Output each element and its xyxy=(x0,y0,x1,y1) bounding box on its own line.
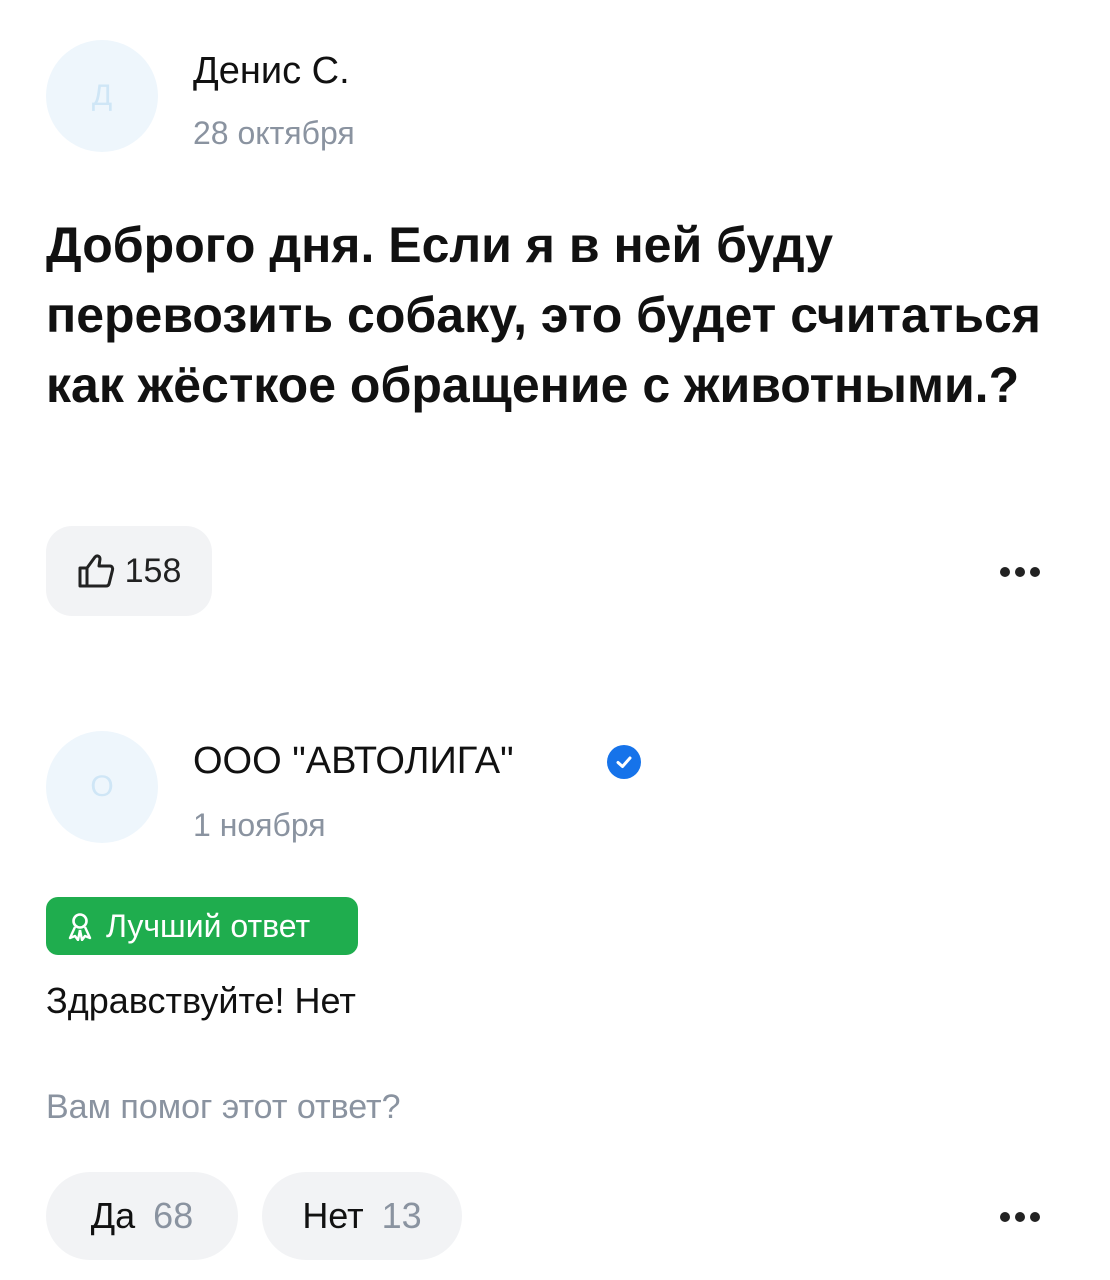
vote-yes-count: 68 xyxy=(153,1195,194,1236)
more-dot xyxy=(1030,1212,1040,1222)
question-author-initial: Д xyxy=(91,79,113,112)
verified-check-icon xyxy=(607,745,641,779)
vote-yes-button[interactable]: Да 68 xyxy=(46,1172,238,1260)
answer-author-name[interactable]: ООО "АВТОЛИГА" xyxy=(193,740,514,783)
vote-no-button[interactable]: Нет 13 xyxy=(262,1172,462,1260)
more-dot xyxy=(1000,567,1010,577)
answer-author-initial: О xyxy=(90,770,114,803)
best-answer-label: Лучший ответ xyxy=(106,907,311,944)
more-dot xyxy=(1000,1212,1010,1222)
answer-more-button[interactable] xyxy=(990,1197,1050,1237)
question-author-avatar[interactable]: Д xyxy=(46,40,158,152)
best-answer-badge: Лучший ответ xyxy=(46,897,358,955)
like-button[interactable]: 158 xyxy=(46,526,212,616)
question-author-name[interactable]: Денис С. xyxy=(193,50,350,93)
answer-text: Здравствуйте! Нет xyxy=(46,980,356,1021)
more-dot xyxy=(1030,567,1040,577)
like-count: 158 xyxy=(124,551,182,590)
question-date: 28 октября xyxy=(193,115,355,151)
more-dot xyxy=(1015,1212,1025,1222)
vote-yes-label: Да xyxy=(90,1195,136,1236)
answer-author-avatar[interactable]: О xyxy=(46,731,158,843)
question-more-button[interactable] xyxy=(990,552,1050,592)
award-ribbon-icon xyxy=(68,913,92,941)
vote-no-count: 13 xyxy=(381,1195,422,1236)
vote-no-label: Нет xyxy=(302,1195,364,1236)
helpful-question: Вам помог этот ответ? xyxy=(46,1088,401,1126)
thumbs-up-icon xyxy=(78,554,114,588)
answer-date: 1 ноября xyxy=(193,807,326,843)
more-dot xyxy=(1015,567,1025,577)
question-text: Доброго дня. Если я в ней буду перевозит… xyxy=(46,217,1041,413)
